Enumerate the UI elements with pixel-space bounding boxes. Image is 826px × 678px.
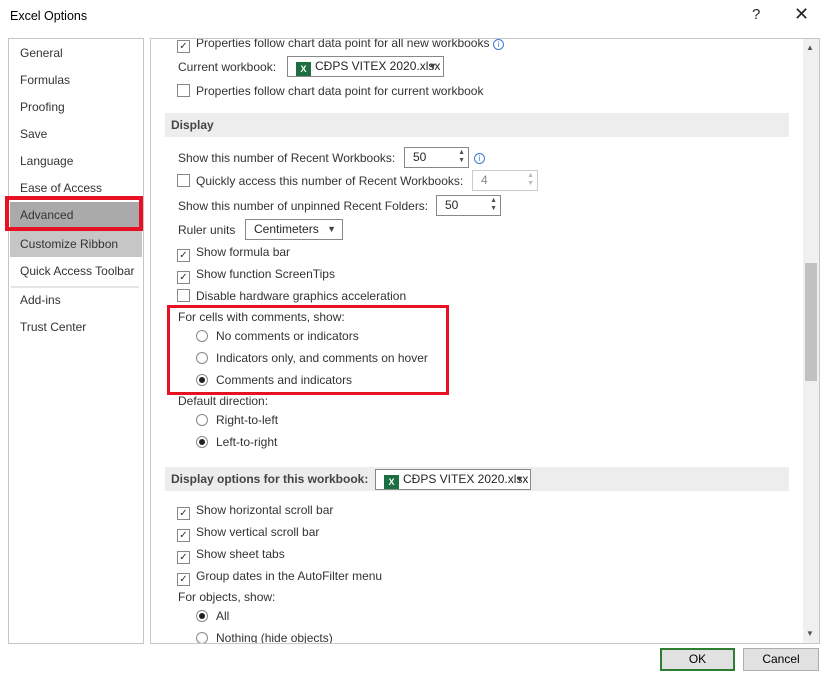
hscroll-checkbox[interactable]: ✓ Show horizontal scroll bar — [177, 503, 333, 520]
cancel-button[interactable]: Cancel — [743, 648, 819, 671]
workbook-dropdown[interactable]: X CĐPS VITEX 2020.xlsx ▼ — [375, 469, 531, 490]
formula-bar-checkbox[interactable]: ✓ Show formula bar — [177, 245, 290, 262]
dialog-title: Excel Options — [10, 9, 88, 23]
checkbox-icon — [177, 174, 190, 187]
screentips-checkbox[interactable]: ✓ Show function ScreenTips — [177, 267, 335, 284]
radio-icon — [196, 414, 208, 426]
checkbox-icon — [177, 84, 190, 97]
checkbox-icon — [177, 289, 190, 302]
direction-label: Default direction: — [178, 394, 269, 408]
current-workbook-dropdown[interactable]: X CĐPS VITEX 2020.xlsx ▼ — [287, 56, 444, 77]
scrollbar-thumb[interactable] — [805, 263, 817, 381]
checkbox-checked-icon: ✓ — [177, 573, 190, 586]
spinner-arrows-icon[interactable]: ▲ ▼ — [490, 197, 497, 213]
options-panel: ✓ Properties follow chart data point for … — [150, 38, 820, 644]
highlight-comments — [167, 305, 449, 395]
radio-icon — [196, 632, 208, 643]
radio-selected-icon — [196, 610, 208, 622]
chevron-down-icon: ▼ — [515, 474, 524, 484]
sheet-tabs-checkbox[interactable]: ✓ Show sheet tabs — [177, 547, 285, 564]
section-display: Display — [165, 113, 789, 137]
checkbox-checked-icon: ✓ — [177, 551, 190, 564]
scroll-down-icon[interactable]: ▼ — [806, 629, 814, 638]
info-icon: i — [492, 39, 504, 50]
excel-file-icon: X — [384, 475, 399, 489]
category-list: General Formulas Proofing Save Language … — [8, 38, 144, 644]
nav-proofing[interactable]: Proofing — [10, 94, 142, 120]
recent-workbooks-label: Show this number of Recent Workbooks: — [178, 151, 396, 165]
excel-file-icon: X — [296, 62, 311, 76]
current-workbook-label: Current workbook: — [178, 60, 277, 74]
nav-divider — [11, 286, 139, 288]
scroll-up-icon[interactable]: ▲ — [806, 43, 814, 52]
nav-quick-access-toolbar[interactable]: Quick Access Toolbar — [10, 258, 142, 284]
ruler-units-label: Ruler units — [178, 223, 236, 237]
ruler-units-dropdown[interactable]: Centimeters ▼ — [245, 219, 343, 240]
radio-selected-icon — [196, 436, 208, 448]
spinner-arrows-icon: ▲ ▼ — [527, 172, 534, 187]
prop-current-checkbox[interactable]: Properties follow chart data point for c… — [177, 84, 483, 98]
recent-folders-spinner[interactable]: 50 ▲ ▼ — [436, 195, 501, 216]
nav-formulas[interactable]: Formulas — [10, 67, 142, 93]
recent-workbooks-spinner[interactable]: 50 ▲ ▼ — [404, 147, 469, 168]
nav-language[interactable]: Language — [10, 148, 142, 174]
nav-customize-ribbon[interactable]: Customize Ribbon — [10, 231, 142, 257]
ok-button[interactable]: OK — [660, 648, 735, 671]
checkbox-checked-icon: ✓ — [177, 507, 190, 520]
nav-general[interactable]: General — [10, 40, 142, 66]
group-dates-checkbox[interactable]: ✓ Group dates in the AutoFilter menu — [177, 569, 382, 586]
chevron-down-icon: ▼ — [428, 61, 437, 71]
hw-accel-checkbox[interactable]: Disable hardware graphics acceleration — [177, 289, 406, 303]
help-button[interactable]: ? — [752, 6, 760, 23]
chevron-down-icon: ▼ — [327, 224, 336, 234]
radio-objects-all[interactable]: All — [196, 609, 229, 623]
radio-objects-nothing[interactable]: Nothing (hide objects) — [196, 631, 333, 643]
nav-save[interactable]: Save — [10, 121, 142, 147]
quick-access-checkbox[interactable]: Quickly access this number of Recent Wor… — [177, 174, 463, 188]
objects-label: For objects, show: — [178, 590, 276, 604]
info-icon: i — [474, 153, 485, 164]
quick-access-spinner[interactable]: 4 ▲ ▼ — [472, 170, 538, 191]
checkbox-checked-icon: ✓ — [177, 40, 190, 53]
checkbox-checked-icon: ✓ — [177, 529, 190, 542]
highlight-advanced — [5, 196, 143, 231]
checkbox-checked-icon: ✓ — [177, 271, 190, 284]
radio-right-to-left[interactable]: Right-to-left — [196, 413, 278, 427]
prop-all-checkbox[interactable]: ✓ Properties follow chart data point for … — [177, 39, 504, 53]
radio-left-to-right[interactable]: Left-to-right — [196, 435, 277, 449]
recent-folders-label: Show this number of unpinned Recent Fold… — [178, 199, 429, 213]
nav-trust-center[interactable]: Trust Center — [10, 314, 142, 340]
nav-add-ins[interactable]: Add-ins — [10, 287, 142, 313]
close-button[interactable]: ✕ — [794, 4, 809, 25]
spinner-arrows-icon[interactable]: ▲ ▼ — [458, 149, 465, 165]
vscroll-checkbox[interactable]: ✓ Show vertical scroll bar — [177, 525, 319, 542]
checkbox-checked-icon: ✓ — [177, 249, 190, 262]
